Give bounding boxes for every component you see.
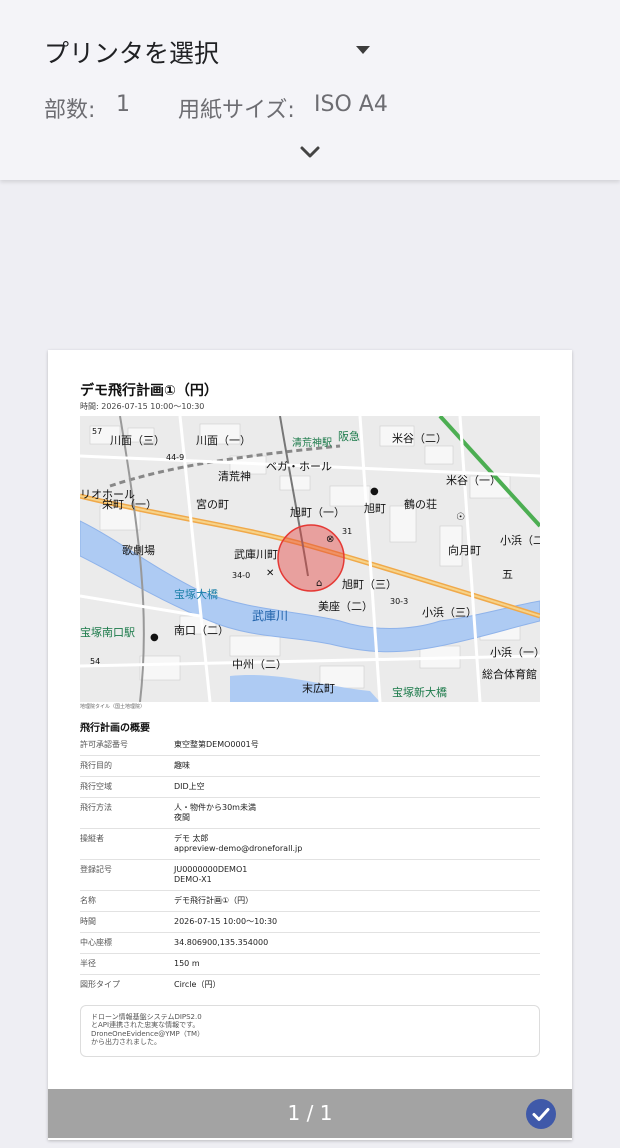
row-value: デモ 太郎 appreview-demo@droneforall.jp [174,834,303,853]
row-value: 東空整第DEMO0001号 [174,740,259,749]
map-label: 31 [342,527,352,536]
table-row: 中心座標 34.806900,135.354000 [80,933,540,954]
map-label: 小浜（三） [422,606,477,619]
row-key: 許可承認番号 [80,740,128,749]
map-label: 宝塚大橋 [174,587,218,601]
table-row: 飛行空域 DID上空 [80,777,540,798]
table-row: 図形タイプ Circle（円） [80,975,540,996]
table-row: 名称 デモ飛行計画①（円） [80,891,540,912]
table-row: 登録記号 JU0000000DEMO1 DEMO-X1 [80,860,540,891]
row-value: 趣味 [174,761,190,770]
table-row: 飛行目的 趣味 [80,756,540,777]
row-key: 登録記号 [80,865,112,874]
map-label: 末広町 [302,681,335,695]
map-label: 美座（二） [318,599,373,613]
row-value: Circle（円） [174,980,221,989]
map-label: 旭町（一） [290,505,345,519]
map-label: 旭町 [364,501,386,515]
caret-down-icon [356,46,370,54]
printer-select[interactable]: プリンタを選択 [44,32,384,72]
map-label: 武庫川町 [234,547,278,561]
print-options-header: プリンタを選択 部数: 1 用紙サイズ: ISO A4 [0,0,620,180]
row-key: 半径 [80,959,96,968]
map-label: 57 [92,427,102,436]
svg-text:✕: ✕ [266,568,274,579]
document-time: 時間: 2026-07-15 10:00〜10:30 [80,402,205,411]
map-label: 旭町（三） [342,577,397,591]
paper-size-label: 用紙サイズ: [178,98,295,123]
map-label: 宝塚南口駅 [80,625,135,639]
map-label: 30-3 [390,597,408,606]
map-label: 歌劇場 [122,543,155,557]
summary-title: 飛行計画の概要 [80,723,150,734]
copies-label: 部数: [44,98,96,123]
svg-text:●: ● [150,632,159,643]
row-value: 34.806900,135.354000 [174,938,269,947]
map-label: 中州（二） [232,658,287,671]
table-row: 時間 2026-07-15 10:00〜10:30 [80,912,540,933]
row-value: DID上空 [174,782,205,791]
table-row: 飛行方法 人・物件から30m未満 夜間 [80,798,540,829]
svg-text:⌂: ⌂ [316,578,322,589]
table-row: 操縦者 デモ 太郎 appreview-demo@droneforall.jp [80,829,540,860]
table-row: 半径 150 m [80,954,540,975]
row-key: 飛行目的 [80,761,112,770]
map-label: 阪急 [338,429,360,443]
map-label: 清荒神 [218,469,251,483]
row-value: デモ飛行計画①（円） [174,896,254,905]
map-label: 宮の町 [196,497,229,511]
map-label: リオホール [80,488,135,501]
map-label: 米谷（一） [446,474,501,487]
map-label: 川面（一） [196,434,251,447]
row-value: 150 m [174,959,200,968]
copies-value[interactable]: 1 [116,92,130,117]
map-label: 54 [90,657,100,666]
map-label: 鶴の荘 [404,497,437,511]
map-label: 川面（三） [110,434,165,447]
map-label: 向月町 [448,543,481,557]
map-credit: 地理院タイル（国土地理院） [80,704,146,710]
map-label: ベガ・ホール [266,460,332,473]
map-label: 米谷（二） [392,432,447,445]
map-label: 武庫川 [252,609,288,623]
row-key: 時間 [80,917,96,926]
printer-select-label: プリンタを選択 [44,39,220,68]
map-label: 宝塚新大橋 [392,685,447,699]
summary-table: 許可承認番号 東空整第DEMO0001号 飛行目的 趣味 飛行空域 DID上空 … [80,735,540,996]
check-circle-icon[interactable] [526,1099,556,1129]
disclaimer-note: ドローン情報基盤システムDIPS2.0 とAPI連携された忠実な情報です。 Dr… [80,1005,540,1057]
row-key: 飛行空域 [80,782,112,791]
page-indicator-bar: 1 / 1 [48,1089,572,1138]
map-label: 総合体育館 [482,667,537,681]
map-label: 44-9 [166,453,184,462]
document-title: デモ飛行計画①（円） [80,383,218,399]
chevron-down-icon[interactable] [296,140,324,164]
map-label: 小浜（二） [500,534,540,547]
map-label: 南口（二） [174,624,229,637]
map-label: 34-0 [232,571,250,580]
map-label: 清荒神駅 [292,436,332,449]
row-value: JU0000000DEMO1 DEMO-X1 [174,865,248,884]
row-value: 2026-07-15 10:00〜10:30 [174,917,278,926]
svg-text:☉: ☉ [456,512,465,523]
page-preview[interactable]: デモ飛行計画①（円） 時間: 2026-07-15 10:00〜10:30 川面… [48,350,572,1140]
row-key: 飛行方法 [80,803,112,812]
map-label: 小浜（一） [490,646,540,659]
row-key: 図形タイプ [80,980,120,989]
flight-area-map: 川面（三） 川面（一） 米谷（二） 米谷（一） 清荒神 ベガ・ホール 栄町（一）… [80,416,540,702]
row-key: 中心座標 [80,938,112,947]
map-label: 五 [502,568,513,581]
paper-size-value[interactable]: ISO A4 [314,92,388,117]
svg-text:●: ● [370,486,379,497]
row-value: 人・物件から30m未満 夜間 [174,803,256,822]
page-indicator: 1 / 1 [287,1101,333,1125]
row-key: 操縦者 [80,834,104,843]
row-key: 名称 [80,896,96,905]
svg-text:⊗: ⊗ [326,534,334,545]
table-row: 許可承認番号 東空整第DEMO0001号 [80,735,540,756]
